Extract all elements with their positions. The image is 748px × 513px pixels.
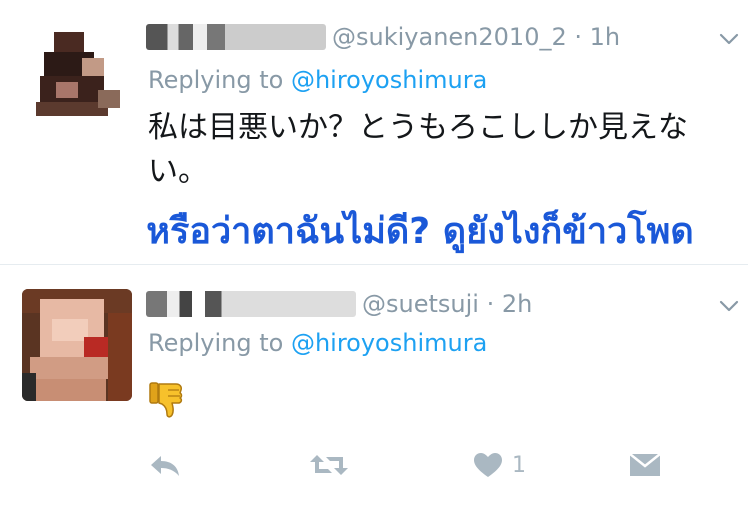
user-handle[interactable]: @sukiyanen2010_2 [332, 23, 567, 51]
user-handle[interactable]: @suetsuji [362, 290, 479, 318]
blurred-display-name[interactable] [146, 291, 356, 317]
timestamp[interactable]: 1h [590, 23, 620, 51]
blurred-display-name[interactable] [146, 24, 326, 50]
mention-link[interactable]: @hiroyoshimura [291, 329, 487, 357]
thumbs-down-emoji [149, 382, 183, 418]
caret-down-icon[interactable] [718, 28, 740, 50]
separator-dot: · [574, 23, 583, 51]
replying-to: Replying to @hiroyoshimura [148, 66, 487, 94]
tweet-header: @suetsuji · 2h [146, 289, 532, 318]
tweet-reply-2[interactable]: @suetsuji · 2h Replying to @hiroyoshimur… [0, 264, 748, 513]
tweet-header: @sukiyanen2010_2 · 1h [146, 22, 620, 51]
tweet-actions: 1 [0, 445, 748, 485]
replying-to-label: Replying to [148, 66, 291, 94]
tweet-reply-1[interactable]: @sukiyanen2010_2 · 1h Replying to @hiroy… [0, 0, 748, 264]
heart-icon [474, 453, 502, 477]
like-button[interactable]: 1 [472, 449, 526, 481]
replying-to: Replying to @hiroyoshimura [148, 329, 487, 357]
retweet-button[interactable] [308, 449, 350, 481]
timestamp[interactable]: 2h [502, 290, 532, 318]
mention-link[interactable]: @hiroyoshimura [291, 66, 487, 94]
tweet-text: 私は目悪いか？とうもろこししか見えない。 [148, 110, 688, 189]
avatar[interactable] [22, 289, 132, 401]
thai-caption-overlay: หรือว่าตาฉันไม่ดี? ดูยังไงก็ข้าวโพด [120, 204, 720, 260]
separator-dot: · [486, 290, 495, 318]
caret-down-icon[interactable] [718, 295, 740, 317]
reply-icon [151, 456, 179, 476]
avatar[interactable] [30, 22, 126, 122]
like-count: 1 [512, 452, 526, 478]
direct-message-button[interactable] [628, 449, 662, 481]
retweet-icon [310, 455, 348, 475]
replying-to-label: Replying to [148, 329, 291, 357]
direct-message-icon [629, 453, 661, 476]
reply-button[interactable] [148, 449, 182, 481]
